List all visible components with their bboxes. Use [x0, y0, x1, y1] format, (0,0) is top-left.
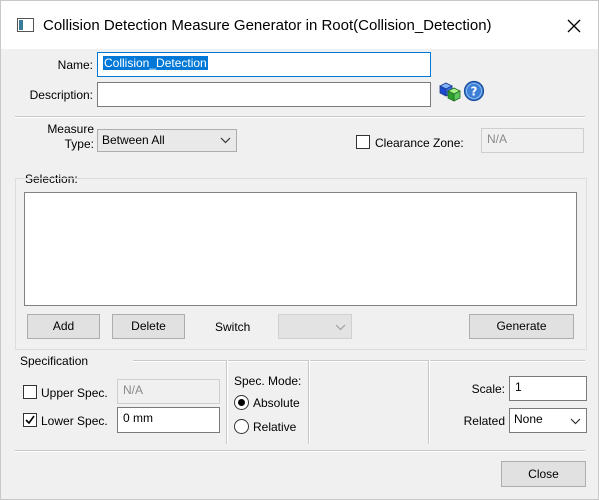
spec-divider-1: [226, 360, 228, 444]
delete-button[interactable]: Delete: [112, 314, 185, 339]
close-icon: [567, 19, 581, 33]
name-field[interactable]: Collision_Detection: [97, 52, 431, 77]
description-field[interactable]: [97, 82, 431, 107]
chevron-down-icon: [220, 137, 231, 144]
upper-spec-checkbox[interactable]: [23, 385, 37, 399]
check-icon: [25, 415, 35, 425]
upper-spec-label: Upper Spec.: [41, 386, 108, 400]
related-select[interactable]: None: [509, 408, 587, 433]
title-bar: Collision Detection Measure Generator in…: [1, 1, 598, 49]
help-icon[interactable]: ?: [463, 80, 485, 102]
scale-label: Scale:: [471, 382, 505, 396]
specification-label: Specification: [20, 354, 89, 368]
window-title: Collision Detection Measure Generator in…: [43, 17, 492, 34]
spec-mode-label: Spec. Mode:: [234, 374, 302, 388]
svg-text:?: ?: [471, 85, 478, 99]
switch-select[interactable]: [278, 314, 352, 339]
generate-button[interactable]: Generate: [469, 314, 574, 339]
upper-spec-field[interactable]: N/A: [117, 379, 220, 404]
selection-list[interactable]: [24, 192, 577, 306]
add-button[interactable]: Add: [27, 314, 100, 339]
chevron-down-icon: [335, 324, 346, 331]
lower-spec-label: Lower Spec.: [41, 414, 108, 428]
close-window-button[interactable]: [559, 13, 589, 39]
absolute-radio[interactable]: [234, 395, 249, 410]
lower-spec-field[interactable]: 0 mm: [117, 407, 220, 433]
switch-label: Switch: [215, 320, 251, 334]
separator-top: [15, 116, 585, 118]
related-value: None: [514, 412, 543, 426]
lower-spec-checkbox[interactable]: [23, 413, 37, 427]
name-label: Name:: [57, 58, 93, 72]
spec-divider-2: [308, 360, 310, 444]
separator-bottom: [15, 450, 585, 452]
scale-field[interactable]: 1: [509, 376, 587, 401]
measure-type-label-line2: Type:: [64, 137, 94, 151]
relative-radio[interactable]: [234, 419, 249, 434]
relative-label: Relative: [253, 420, 297, 434]
clearance-zone-field[interactable]: N/A: [481, 128, 584, 153]
close-button[interactable]: Close: [501, 461, 586, 487]
absolute-label: Absolute: [253, 396, 300, 410]
related-label: Related: [463, 414, 505, 428]
clearance-zone-checkbox[interactable]: [356, 135, 370, 149]
chevron-down-icon: [570, 418, 581, 425]
name-field-value: Collision_Detection: [103, 56, 208, 70]
description-label: Description:: [29, 88, 93, 102]
specification-separator: [133, 360, 585, 362]
spec-divider-3: [428, 360, 430, 444]
measure-type-select[interactable]: Between All: [97, 129, 237, 152]
measure-type-label-line1: Measure: [47, 122, 94, 136]
measure-type-value: Between All: [102, 133, 165, 147]
clearance-zone-label: Clearance Zone:: [375, 136, 464, 150]
window-app-icon: [17, 18, 34, 32]
cubes-icon[interactable]: [438, 80, 462, 102]
